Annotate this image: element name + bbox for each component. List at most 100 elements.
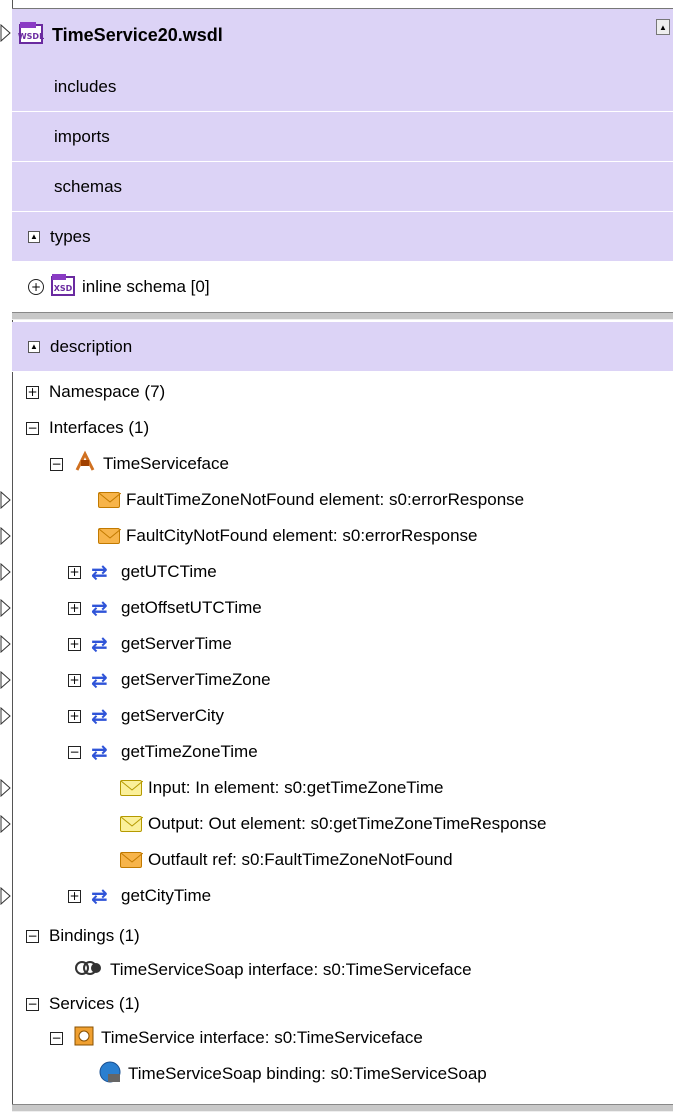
operation-label: getTimeZoneTime — [121, 742, 258, 761]
imports-row[interactable]: imports — [12, 112, 673, 162]
fault-envelope-icon — [98, 528, 121, 544]
collapse-tree-icon[interactable]: − — [50, 1031, 63, 1045]
connector-handle-icon[interactable] — [0, 635, 11, 653]
fault-envelope-icon — [120, 852, 143, 868]
namespace-node[interactable]: + Namespace (7) — [26, 374, 165, 410]
connector-handle-icon[interactable] — [0, 491, 11, 509]
includes-row[interactable]: includes — [12, 62, 673, 112]
service-label: TimeService interface: s0:TimeServicefac… — [101, 1028, 423, 1047]
expand-icon[interactable]: + — [68, 889, 81, 903]
collapse-tree-icon[interactable]: − — [26, 421, 39, 435]
operation-node[interactable]: + ⇄ getCityTime — [68, 878, 211, 914]
connector-handle-icon[interactable] — [0, 815, 11, 833]
fault-item[interactable]: FaultCityNotFound element: s0:errorRespo… — [98, 518, 478, 554]
connector-handle-icon[interactable] — [0, 24, 11, 42]
xsd-schema-icon: XSD — [50, 273, 76, 302]
description-label: description — [50, 336, 133, 356]
operation-node[interactable]: + ⇄ getServerTime — [68, 626, 232, 662]
bindings-label: Bindings (1) — [49, 926, 140, 945]
fault-envelope-icon — [98, 492, 121, 508]
interfaces-label: Interfaces (1) — [49, 418, 150, 437]
expand-icon[interactable]: + — [68, 637, 81, 651]
operation-node[interactable]: + ⇄ getOffsetUTCTime — [68, 590, 262, 626]
binding-label: TimeServiceSoap interface: s0:TimeServic… — [110, 960, 472, 979]
endpoint-label: TimeServiceSoap binding: s0:TimeServiceS… — [128, 1064, 487, 1083]
operation-label: getCityTime — [121, 886, 212, 905]
message-label: Outfault ref: s0:FaultTimeZoneNotFound — [148, 850, 453, 869]
services-node[interactable]: − Services (1) — [26, 986, 140, 1022]
operation-arrows-icon: ⇄ — [91, 668, 108, 692]
fault-item[interactable]: FaultTimeZoneNotFound element: s0:errorR… — [98, 482, 524, 518]
wsdl-file-title: TimeService20.wsdl — [52, 25, 223, 45]
interface-name-label: TimeServiceface — [103, 454, 229, 473]
schemas-row[interactable]: schemas — [12, 162, 673, 212]
message-item[interactable]: Output: Out element: s0:getTimeZoneTimeR… — [120, 806, 546, 842]
collapse-tree-icon[interactable]: − — [50, 457, 63, 471]
expand-icon[interactable]: + — [68, 601, 81, 615]
expand-icon[interactable]: + — [68, 565, 81, 579]
description-row[interactable]: ▲ description — [12, 322, 673, 372]
interface-node[interactable]: − TimeServiceface — [50, 446, 229, 482]
operation-arrows-icon: ⇄ — [91, 632, 108, 656]
binding-item[interactable]: TimeServiceSoap interface: s0:TimeServic… — [74, 952, 472, 988]
collapse-tree-icon[interactable]: − — [26, 997, 39, 1011]
fault-label: FaultTimeZoneNotFound element: s0:errorR… — [126, 490, 525, 509]
imports-label: imports — [54, 126, 110, 146]
svg-text:XSD: XSD — [54, 284, 73, 293]
interface-icon — [73, 450, 97, 479]
connector-handle-icon[interactable] — [0, 527, 11, 545]
collapse-tree-icon[interactable]: − — [68, 745, 81, 759]
svg-text:WSDL: WSDL — [18, 32, 44, 41]
expand-circle-icon[interactable]: + — [28, 279, 44, 295]
operation-node[interactable]: + ⇄ getServerCity — [68, 698, 224, 734]
operation-label: getServerTimeZone — [121, 670, 271, 689]
bindings-node[interactable]: − Bindings (1) — [26, 918, 140, 954]
section-splitter[interactable] — [12, 312, 673, 320]
operation-node[interactable]: + ⇄ getUTCTime — [68, 554, 217, 590]
includes-label: includes — [54, 76, 117, 96]
message-envelope-icon — [120, 780, 143, 796]
connector-handle-icon[interactable] — [0, 599, 11, 617]
service-icon — [73, 1025, 95, 1052]
interfaces-node[interactable]: − Interfaces (1) — [26, 410, 149, 446]
types-row[interactable]: ▲ types — [12, 212, 673, 262]
namespace-label: Namespace (7) — [49, 382, 166, 401]
expand-icon[interactable]: + — [68, 673, 81, 687]
operation-label: getOffsetUTCTime — [121, 598, 262, 617]
operation-arrows-icon: ⇄ — [91, 884, 108, 908]
endpoint-item[interactable]: TimeServiceSoap binding: s0:TimeServiceS… — [98, 1056, 487, 1092]
endpoint-globe-icon — [98, 1060, 122, 1089]
operation-node[interactable]: − ⇄ getTimeZoneTime — [68, 734, 258, 770]
connector-handle-icon[interactable] — [0, 779, 11, 797]
inline-schema-label: inline schema [0] — [82, 277, 210, 296]
service-node[interactable]: − TimeService interface: s0:TimeServicef… — [50, 1020, 423, 1056]
message-item[interactable]: Input: In element: s0:getTimeZoneTime — [120, 770, 443, 806]
expand-icon[interactable]: + — [26, 385, 39, 399]
operation-node[interactable]: + ⇄ getServerTimeZone — [68, 662, 271, 698]
bottom-splitter[interactable] — [12, 1104, 673, 1112]
operation-arrows-icon: ⇄ — [91, 560, 108, 584]
connector-handle-icon[interactable] — [0, 671, 11, 689]
services-label: Services (1) — [49, 994, 140, 1013]
inline-schema-row[interactable]: + XSD inline schema [0] — [12, 262, 673, 312]
collapse-tree-icon[interactable]: − — [26, 929, 39, 943]
message-envelope-icon — [120, 816, 143, 832]
schemas-label: schemas — [54, 176, 123, 196]
connector-handle-icon[interactable] — [0, 563, 11, 581]
message-item[interactable]: Outfault ref: s0:FaultTimeZoneNotFound — [120, 842, 453, 878]
message-label: Input: In element: s0:getTimeZoneTime — [148, 778, 444, 797]
collapse-icon[interactable]: ▲ — [28, 340, 40, 353]
operation-arrows-icon: ⇄ — [91, 704, 108, 728]
wsdl-header[interactable]: WSDL TimeService20.wsdl ▲ — [12, 8, 673, 62]
expand-icon[interactable]: + — [68, 709, 81, 723]
operation-label: getServerTime — [121, 634, 232, 653]
message-label: Output: Out element: s0:getTimeZoneTimeR… — [148, 814, 547, 833]
operation-label: getUTCTime — [121, 562, 217, 581]
connector-handle-icon[interactable] — [0, 887, 11, 905]
operation-arrows-icon: ⇄ — [91, 740, 108, 764]
operation-arrows-icon: ⇄ — [91, 596, 108, 620]
wsdl-file-icon: WSDL — [18, 20, 44, 51]
collapse-icon[interactable]: ▲ — [28, 230, 40, 243]
connector-handle-icon[interactable] — [0, 707, 11, 725]
collapse-panel-button[interactable]: ▲ — [656, 19, 670, 35]
